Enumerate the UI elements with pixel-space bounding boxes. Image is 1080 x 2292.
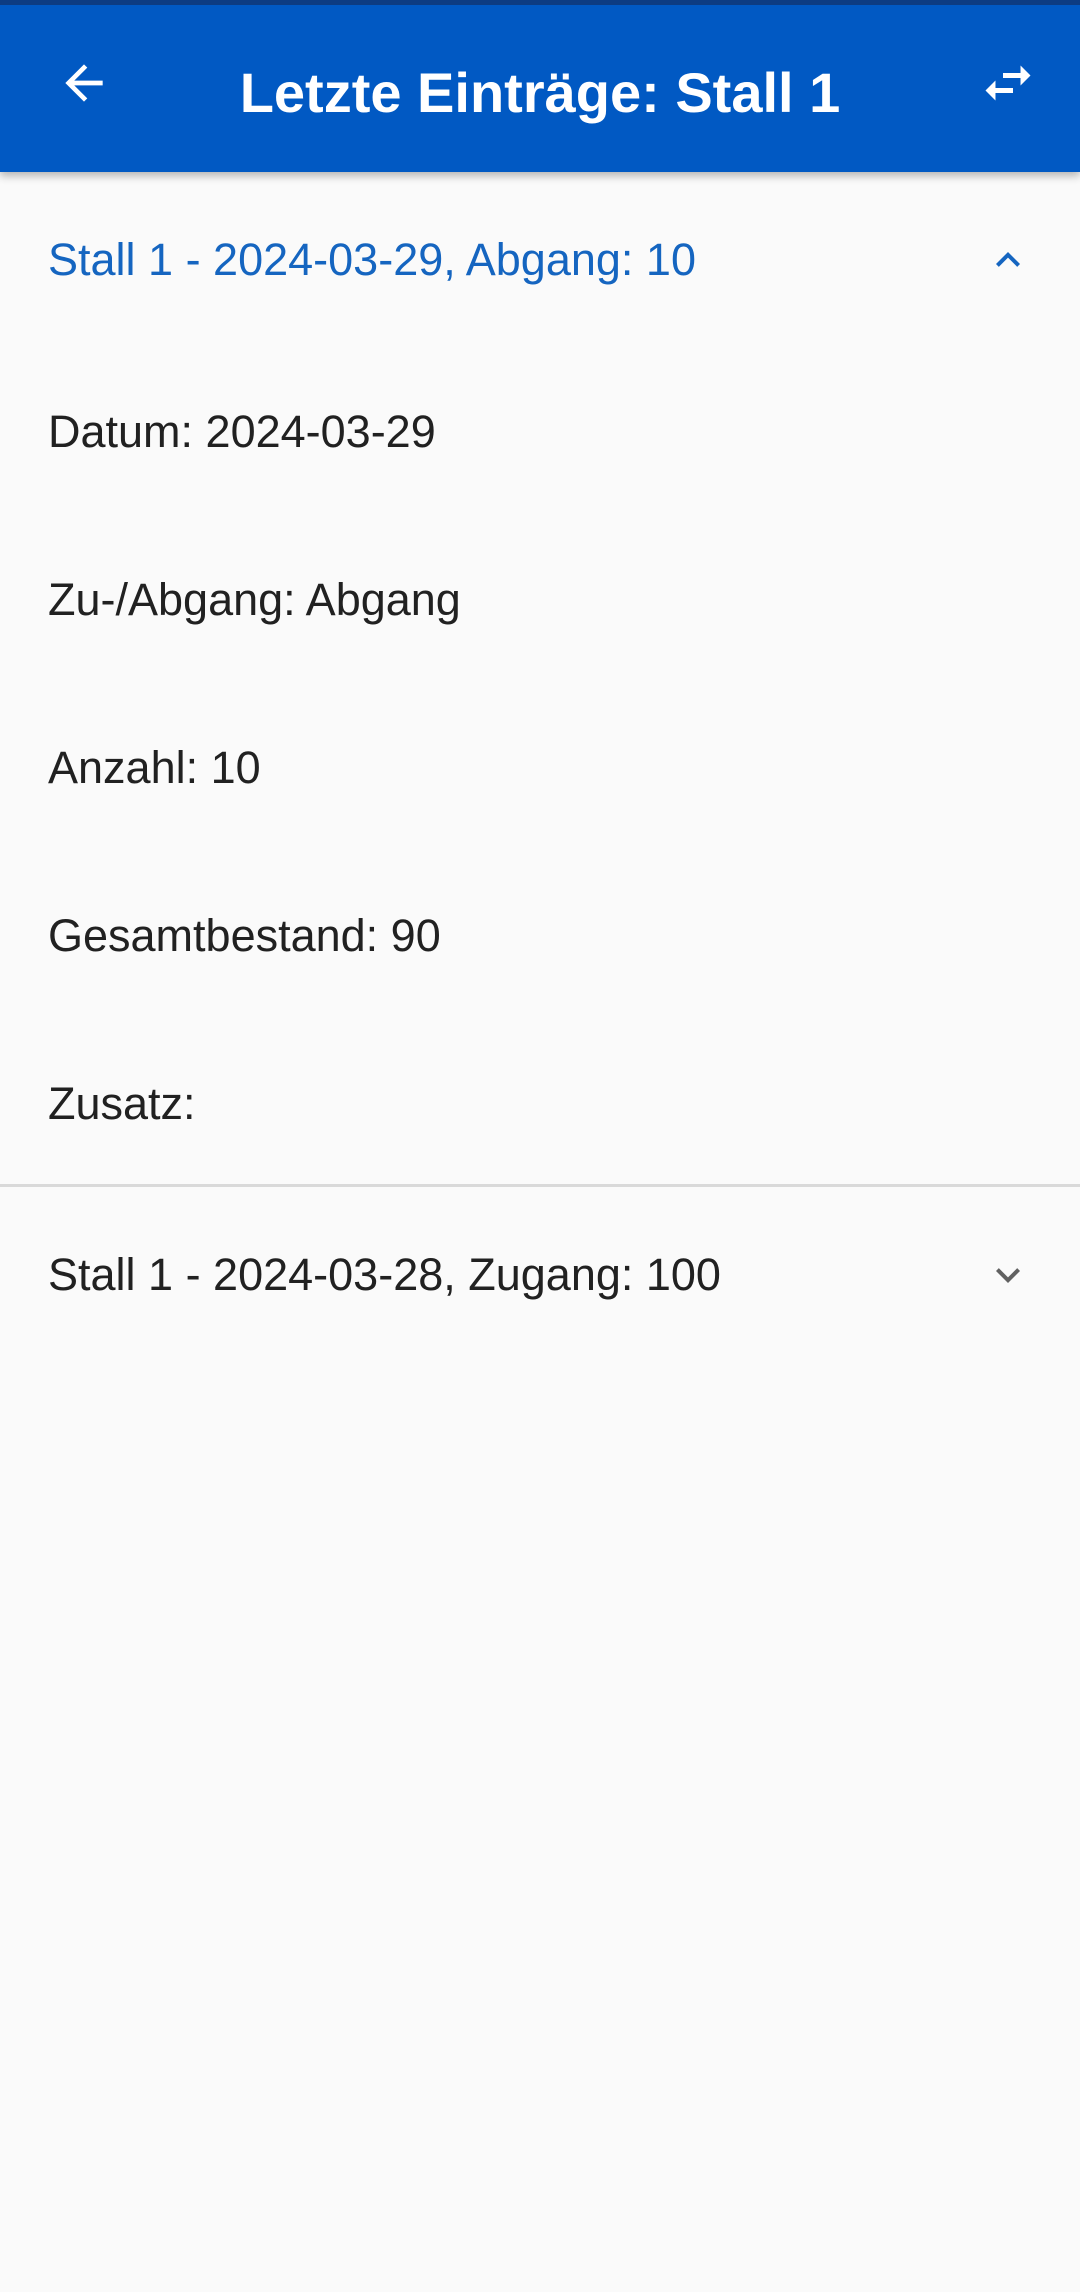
- app-bar: Letzte Einträge: Stall 1: [0, 0, 1080, 172]
- entry-panel-collapsed: Stall 1 - 2024-03-28, Zugang: 100: [0, 1187, 1080, 1363]
- detail-datum: Datum: 2024-03-29: [0, 348, 1080, 516]
- detail-zu-abgang-text: Zu-/Abgang: Abgang: [48, 574, 461, 625]
- swap-button[interactable]: [964, 39, 1052, 127]
- detail-anzahl: Anzahl: 10: [0, 684, 1080, 852]
- entry-header[interactable]: Stall 1 - 2024-03-29, Abgang: 10: [0, 172, 1080, 348]
- entry-header[interactable]: Stall 1 - 2024-03-28, Zugang: 100: [0, 1187, 1080, 1363]
- detail-zusatz: Zusatz:: [0, 1020, 1080, 1188]
- detail-gesamtbestand-text: Gesamtbestand: 90: [48, 910, 441, 961]
- detail-gesamtbestand: Gesamtbestand: 90: [0, 852, 1080, 1020]
- entry-header-label: Stall 1 - 2024-03-28, Zugang: 100: [48, 1249, 721, 1300]
- entry-header-label: Stall 1 - 2024-03-29, Abgang: 10: [48, 234, 696, 285]
- detail-zu-abgang: Zu-/Abgang: Abgang: [0, 516, 1080, 684]
- page-title: Letzte Einträge: Stall 1: [239, 61, 841, 124]
- chevron-down-icon: [984, 1251, 1032, 1299]
- detail-anzahl-text: Anzahl: 10: [48, 742, 261, 793]
- swap-horiz-icon: [985, 65, 1031, 101]
- detail-zusatz-text: Zusatz:: [48, 1078, 196, 1129]
- chevron-up-icon: [984, 236, 1032, 284]
- entries-list: Stall 1 - 2024-03-29, Abgang: 10 Datum: …: [0, 172, 1080, 1363]
- detail-datum-text: Datum: 2024-03-29: [48, 406, 436, 457]
- entry-panel-expanded: Stall 1 - 2024-03-29, Abgang: 10 Datum: …: [0, 172, 1080, 1187]
